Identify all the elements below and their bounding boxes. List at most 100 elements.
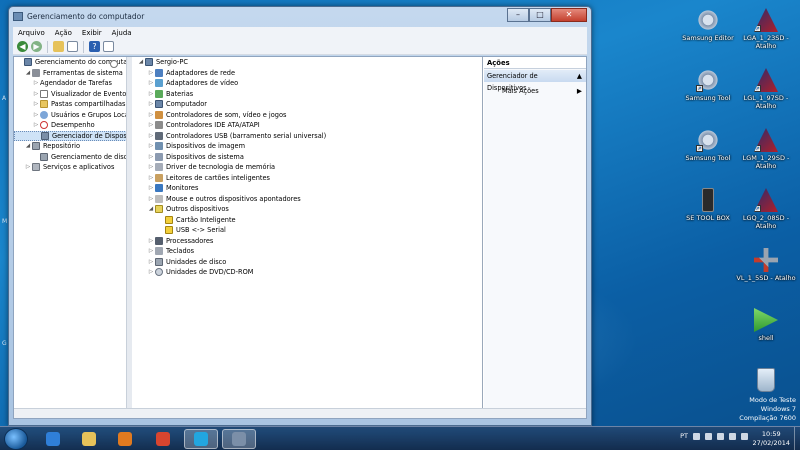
desktop-shortcut[interactable]: ↗ LGQ_2_08SD - Atalho: [736, 188, 796, 230]
desktop-shortcut[interactable]: ↗ Samsung Tool: [678, 68, 738, 102]
desktop-shortcut[interactable]: ↗ Samsung Tool: [678, 128, 738, 162]
console-tree-item[interactable]: ◢ Ferramentas de sistema: [14, 68, 131, 79]
expand-toggle-icon[interactable]: ▷: [147, 194, 155, 205]
device-tree-item[interactable]: ▷ Controladores IDE ATA/ATAPI: [133, 120, 482, 131]
device-tree-item[interactable]: ▷ Mouse e outros dispositivos apontadores: [133, 194, 482, 205]
desktop-shortcut[interactable]: ↗ LGM_1_29SD - Atalho: [736, 128, 796, 170]
console-tree-item[interactable]: Gerenciador de Disposit: [14, 130, 131, 141]
device-tree-item[interactable]: ▷ Controladores USB (barramento serial un…: [133, 131, 482, 142]
device-tree-item[interactable]: ▷ Adaptadores de vídeo: [133, 78, 482, 89]
console-tree-item[interactable]: ▷ Desempenho: [14, 120, 131, 131]
taskbar-computer-management-button[interactable]: [222, 429, 256, 449]
device-tree-item[interactable]: ▷ Leitores de cartões inteligentes: [133, 173, 482, 184]
expand-toggle-icon[interactable]: ▷: [147, 68, 155, 79]
expand-toggle-icon[interactable]: ▷: [32, 89, 40, 100]
device-tree-item[interactable]: ▷ Processadores: [133, 236, 482, 247]
expand-toggle-icon[interactable]: ▷: [147, 141, 155, 152]
expand-toggle-icon[interactable]: ▷: [147, 173, 155, 184]
expand-toggle-icon[interactable]: ▷: [147, 89, 155, 100]
back-arrow-icon[interactable]: ◀: [17, 41, 28, 52]
console-tree-item[interactable]: ▷ Usuários e Grupos Loca: [14, 110, 131, 121]
actions-section-device-manager[interactable]: Gerenciador de Dispositivos ▲: [484, 70, 586, 92]
device-tree-item[interactable]: Cartão Inteligente: [133, 215, 482, 226]
device-tree-item[interactable]: ▷ Adaptadores de rede: [133, 68, 482, 79]
menu-exibir[interactable]: Exibir: [77, 27, 107, 39]
console-tree-item[interactable]: ▷ Agendador de Tarefas: [14, 60, 131, 89]
properties-icon[interactable]: [103, 41, 114, 52]
desktop-shortcut[interactable]: ↗ VL_1_5SD - Atalho: [736, 248, 796, 282]
expand-toggle-icon[interactable]: ▷: [147, 236, 155, 247]
device-tree-item[interactable]: ▷ Unidades de disco: [133, 257, 482, 268]
help-icon[interactable]: ?: [89, 41, 100, 52]
menu-ajuda[interactable]: Ajuda: [107, 27, 137, 39]
expand-toggle-icon[interactable]: ▷: [147, 131, 155, 142]
device-tree-item[interactable]: ▷ Teclados: [133, 246, 482, 257]
device-tree-item[interactable]: USB <-> Serial: [133, 225, 482, 236]
expand-toggle-icon[interactable]: ▷: [32, 110, 40, 121]
console-tree-item[interactable]: ▷ Serviços e aplicativos: [14, 162, 131, 173]
expand-toggle-icon[interactable]: ▷: [147, 99, 155, 110]
expand-toggle-icon[interactable]: ◢: [147, 204, 155, 215]
desktop-shortcut[interactable]: shell: [736, 308, 796, 342]
expand-toggle-icon[interactable]: ▷: [147, 78, 155, 89]
clock[interactable]: 10:59 27/02/2014: [753, 430, 790, 448]
device-tree-item[interactable]: ▷ Baterias: [133, 89, 482, 100]
expand-toggle-icon[interactable]: ◢: [137, 57, 145, 68]
expand-toggle-icon[interactable]: ▷: [32, 120, 40, 131]
close-button[interactable]: ✕: [551, 8, 587, 22]
title-bar[interactable]: Gerenciamento do computador – □ ✕: [9, 7, 591, 27]
device-tree-item[interactable]: ▷ Unidades de DVD/CD-ROM: [133, 267, 482, 278]
desktop-shortcut[interactable]: SE TOOL BOX: [678, 188, 738, 222]
expand-toggle-icon[interactable]: ▷: [147, 110, 155, 121]
up-folder-icon[interactable]: [53, 41, 64, 52]
device-tree-item[interactable]: ▷ Monitores: [133, 183, 482, 194]
desktop-shortcut[interactable]: Samsung Editor: [678, 8, 738, 42]
expand-toggle-icon[interactable]: ▷: [147, 246, 155, 257]
console-tree-item[interactable]: Gerenciamento de disco: [14, 152, 131, 163]
show-hide-tree-icon[interactable]: [67, 41, 78, 52]
expand-toggle-icon[interactable]: ▷: [147, 162, 155, 173]
language-indicator[interactable]: PT: [680, 432, 688, 440]
device-tree-item[interactable]: ◢ Sergio-PC: [133, 57, 482, 68]
console-tree-item[interactable]: ▷ Pastas compartilhadas: [14, 99, 131, 110]
device-tree-item[interactable]: ▷ Dispositivos de sistema: [133, 152, 482, 163]
menu-acao[interactable]: Ação: [50, 27, 77, 39]
device-tree-item[interactable]: ▷ Controladores de som, vídeo e jogos: [133, 110, 482, 121]
taskbar-chrome-button[interactable]: [146, 429, 180, 449]
action-center-flag-icon[interactable]: [705, 432, 712, 440]
device-tree-item[interactable]: ◢ Outros dispositivos: [133, 204, 482, 215]
expand-toggle-icon[interactable]: ▷: [147, 183, 155, 194]
volume-icon[interactable]: [741, 432, 748, 440]
start-button[interactable]: [4, 428, 28, 450]
expand-toggle-icon[interactable]: ▷: [147, 120, 155, 131]
expand-toggle-icon[interactable]: ▷: [147, 267, 155, 278]
taskbar-media-player-button[interactable]: [108, 429, 142, 449]
taskbar-internet-explorer-button[interactable]: [36, 429, 70, 449]
menu-arquivo[interactable]: Arquivo: [13, 27, 50, 39]
minimize-button[interactable]: –: [507, 8, 529, 22]
expand-toggle-icon[interactable]: ▷: [24, 162, 32, 173]
horizontal-scrollbar[interactable]: [14, 408, 586, 418]
device-tree-item[interactable]: ▷ Dispositivos de imagem: [133, 141, 482, 152]
network-icon[interactable]: [729, 432, 736, 440]
expand-toggle-icon[interactable]: ◢: [24, 68, 32, 79]
expand-toggle-icon[interactable]: ◢: [24, 141, 32, 152]
maximize-button[interactable]: □: [529, 8, 551, 22]
device-tree-item[interactable]: ▷ Computador: [133, 99, 482, 110]
power-battery-icon[interactable]: [717, 432, 724, 440]
expand-toggle-icon[interactable]: ▷: [147, 152, 155, 163]
device-tree-item[interactable]: ▷ Driver de tecnologia de memória: [133, 162, 482, 173]
expand-toggle-icon[interactable]: ▷: [147, 257, 155, 268]
show-desktop-button[interactable]: [794, 427, 800, 450]
console-tree-item[interactable]: ▷ Visualizador de Eventos: [14, 89, 131, 100]
console-tree-item[interactable]: ◢ Repositório: [14, 141, 131, 152]
taskbar-explorer-folder-button[interactable]: [72, 429, 106, 449]
desktop-shortcut[interactable]: ↗ LGA_1_23SD - Atalho: [736, 8, 796, 50]
collapse-icon[interactable]: ▲: [577, 70, 582, 82]
show-hidden-icons-icon[interactable]: [693, 432, 700, 440]
expand-toggle-icon[interactable]: ▷: [32, 99, 40, 110]
expand-toggle-icon[interactable]: ▷: [32, 78, 40, 89]
desktop-shortcut[interactable]: ↗ LGL_1_97SD - Atalho: [736, 68, 796, 110]
forward-arrow-icon[interactable]: ▶: [31, 41, 42, 52]
left-pane-scrollbar[interactable]: [126, 57, 132, 408]
